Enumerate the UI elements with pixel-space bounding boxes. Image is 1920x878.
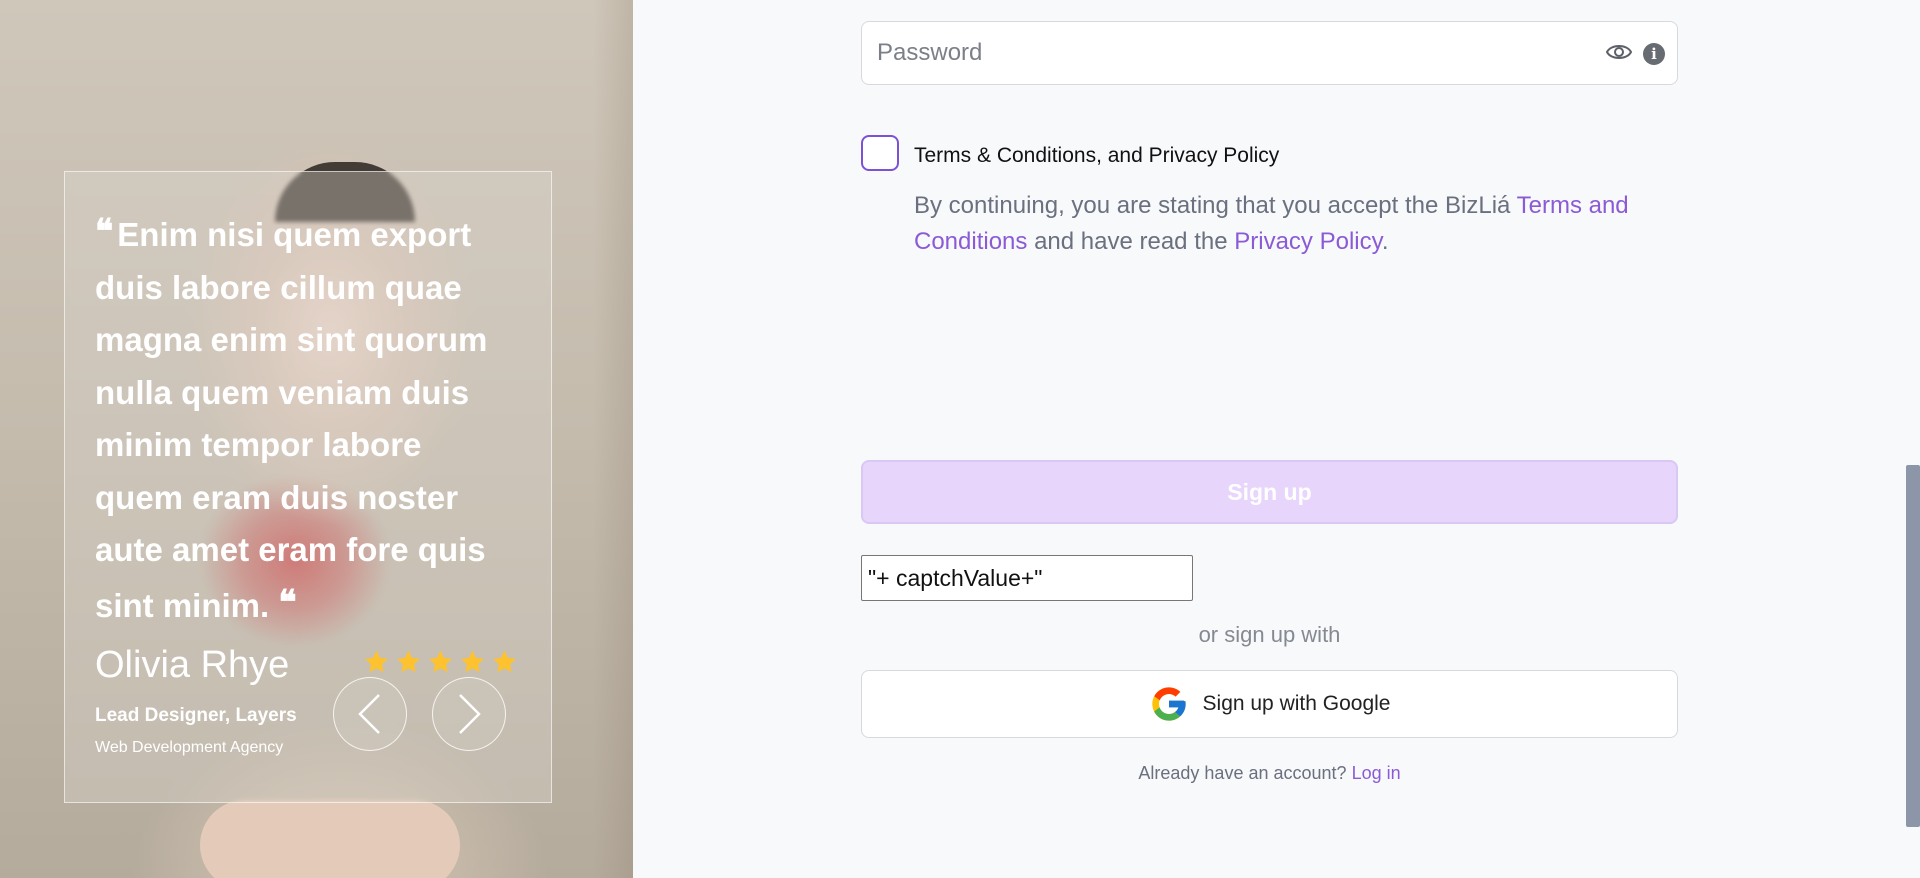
google-signup-label: Sign up with Google xyxy=(1202,692,1391,715)
quote-close-icon: ❝ xyxy=(278,582,297,623)
testimonial-author: Olivia Rhye xyxy=(95,644,290,686)
star-icon xyxy=(429,650,452,673)
info-icon[interactable]: i xyxy=(1643,43,1665,65)
signup-form: i Terms & Conditions, and Privacy Policy… xyxy=(861,0,1678,878)
chevron-left-icon xyxy=(358,694,380,734)
prev-testimonial-button[interactable] xyxy=(333,677,407,751)
privacy-link[interactable]: Privacy Policy xyxy=(1234,228,1382,255)
terms-checkbox[interactable] xyxy=(861,135,899,171)
testimonial-role: Lead Designer, Layers xyxy=(95,705,297,726)
or-divider-text: or sign up with xyxy=(1198,622,1341,647)
testimonial-quote: ❝ Enim nisi quem export duis labore cillu… xyxy=(95,206,515,632)
hero-edge-shade xyxy=(593,0,633,878)
hero-panel: ❝ Enim nisi quem export duis labore cillu… xyxy=(0,0,633,878)
signup-button[interactable]: Sign up xyxy=(861,460,1678,524)
star-icon xyxy=(493,650,516,673)
quote-open-icon: ❝ xyxy=(95,212,114,252)
google-signup-button[interactable]: Sign up with Google xyxy=(861,670,1678,738)
eye-icon[interactable] xyxy=(1606,42,1632,62)
login-prompt: Already have an account? Log in xyxy=(861,763,1678,784)
next-testimonial-button[interactable] xyxy=(432,677,506,751)
star-icon xyxy=(461,650,484,673)
terms-checkbox-label: Terms & Conditions, and Privacy Policy xyxy=(914,144,1280,167)
login-link[interactable]: Log in xyxy=(1352,763,1401,783)
google-logo-icon xyxy=(1151,687,1186,721)
password-input[interactable] xyxy=(877,34,1557,72)
star-icon xyxy=(397,650,420,673)
login-prompt-text: Already have an account? xyxy=(1138,763,1347,783)
testimonial-card: ❝ Enim nisi quem export duis labore cillu… xyxy=(64,171,552,803)
testimonial-quote-text: Enim nisi quem export duis labore cillum… xyxy=(95,216,488,624)
password-field: i xyxy=(861,21,1678,85)
consent-suffix: . xyxy=(1381,228,1389,255)
consent-text: By continuing, you are stating that you … xyxy=(914,188,1684,260)
testimonial-company: Web Development Agency xyxy=(95,739,284,756)
hero-photo-hands xyxy=(200,800,460,878)
consent-middle: and have read the xyxy=(1027,228,1235,255)
star-icon xyxy=(365,650,388,673)
chevron-right-icon xyxy=(459,694,481,734)
rating-stars xyxy=(363,649,518,675)
page-scrollbar[interactable] xyxy=(1906,465,1920,827)
captcha-input[interactable] xyxy=(861,555,1193,601)
consent-prefix: By continuing, you are stating that you … xyxy=(914,192,1517,219)
